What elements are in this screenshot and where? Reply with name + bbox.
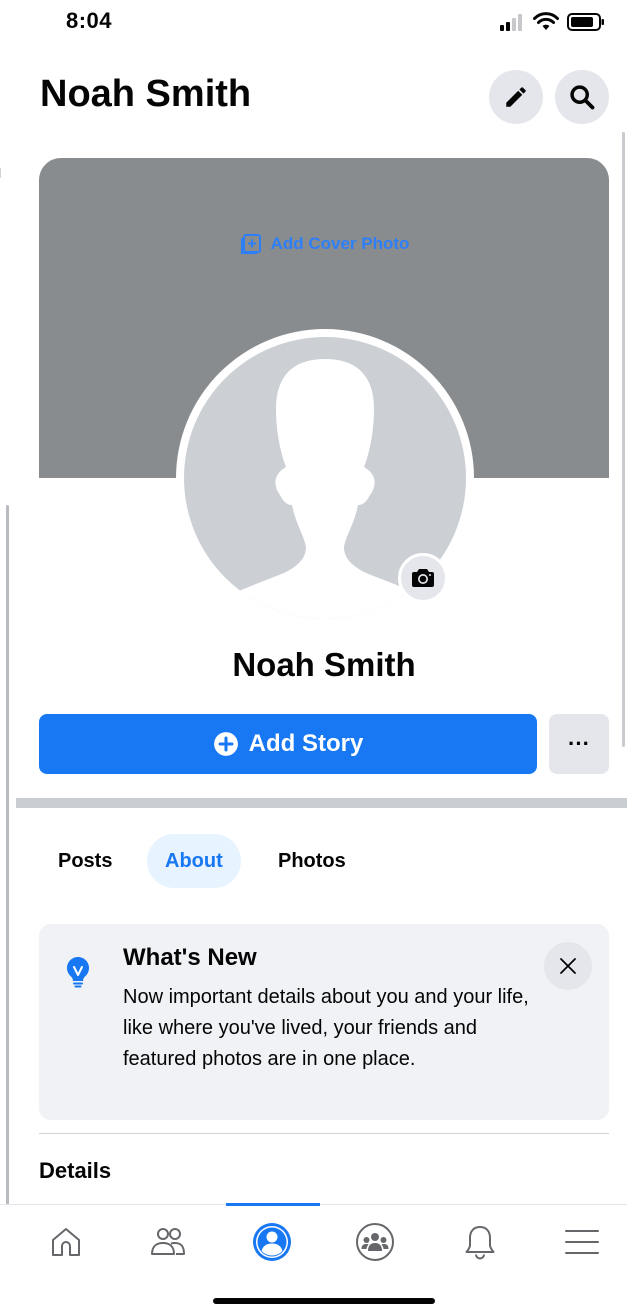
profile-icon <box>253 1223 291 1261</box>
wifi-icon <box>533 12 559 30</box>
battery-icon <box>567 13 604 31</box>
add-cover-photo-label: Add Cover Photo <box>270 234 410 253</box>
tab-photos-label: Photos <box>278 849 346 872</box>
nav-menu[interactable] <box>557 1217 607 1267</box>
profile-tabs: Posts About Photos <box>0 834 627 888</box>
status-bar: 8:04 <box>0 0 627 50</box>
nav-profile[interactable] <box>247 1217 297 1267</box>
status-time: 8:04 <box>66 8 113 33</box>
dismiss-button[interactable] <box>544 942 592 990</box>
change-profile-photo-button[interactable] <box>398 553 448 603</box>
tab-posts-label: Posts <box>58 849 113 872</box>
more-options-label: ··· <box>568 731 590 756</box>
edit-profile-button[interactable] <box>489 70 543 124</box>
groups-icon <box>356 1223 394 1261</box>
section-divider <box>16 798 627 808</box>
add-photo-icon <box>240 234 261 254</box>
profile-header: Noah Smith <box>0 68 627 128</box>
pencil-icon <box>506 87 526 107</box>
nav-groups[interactable] <box>350 1217 400 1267</box>
status-icons <box>499 12 605 32</box>
tab-posts[interactable]: Posts <box>40 834 130 888</box>
tab-about[interactable]: About <box>147 834 241 888</box>
tab-photos[interactable]: Photos <box>260 834 364 888</box>
profile-name: Noah Smith <box>232 646 416 683</box>
details-heading: Details <box>39 1158 112 1183</box>
search-icon <box>570 85 595 110</box>
close-icon <box>560 958 576 974</box>
tab-about-label: About <box>165 849 223 872</box>
add-story-label: Add Story <box>248 730 364 757</box>
add-story-button[interactable]: Add Story <box>39 714 537 774</box>
page-title: Noah Smith <box>40 73 252 115</box>
signal-icon <box>500 14 522 31</box>
home-icon <box>52 1228 80 1256</box>
bell-icon <box>465 1226 495 1260</box>
lightbulb-icon <box>66 957 90 988</box>
camera-icon <box>412 569 434 587</box>
bottom-nav <box>0 1203 627 1274</box>
whats-new-title: What's New <box>123 944 257 971</box>
scroll-edge <box>0 168 1 178</box>
plus-circle-icon <box>213 732 238 756</box>
friends-icon <box>151 1228 185 1255</box>
menu-icon <box>565 1230 599 1254</box>
active-tab-indicator <box>226 1203 320 1206</box>
divider <box>39 1133 609 1134</box>
whats-new-card: What's New Now important details about y… <box>39 924 609 1120</box>
whats-new-body: Now important details about you and your… <box>123 986 529 1070</box>
nav-home[interactable] <box>41 1217 91 1267</box>
nav-friends[interactable] <box>143 1217 193 1267</box>
more-options-button[interactable]: ··· <box>549 714 609 774</box>
add-cover-photo-button[interactable]: Add Cover Photo <box>39 232 609 256</box>
search-button[interactable] <box>555 70 609 124</box>
home-indicator <box>213 1298 435 1304</box>
nav-notifications[interactable] <box>455 1217 505 1267</box>
